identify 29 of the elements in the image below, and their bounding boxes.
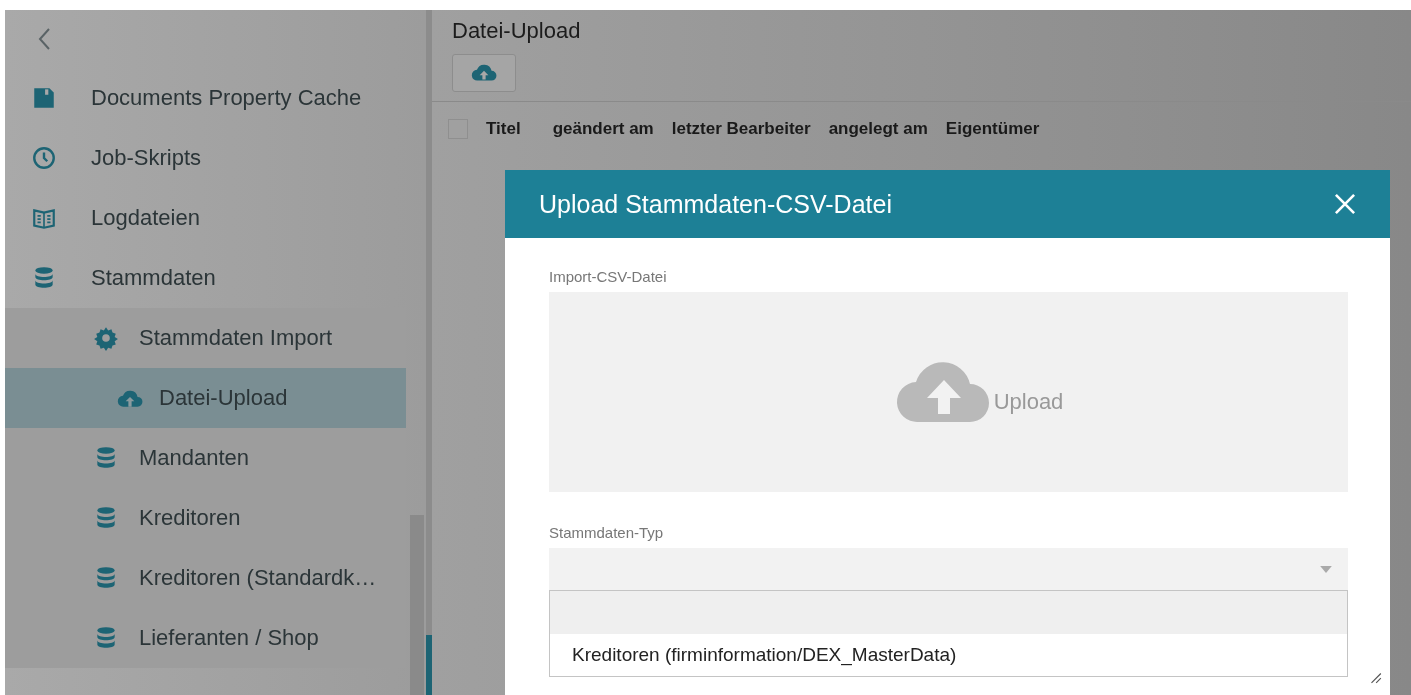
upload-label: Upload [993, 389, 1064, 415]
back-chevron-icon[interactable] [37, 27, 51, 51]
nav-item[interactable]: Stammdaten [5, 248, 426, 308]
nav-item[interactable]: Documents Property Cache [5, 68, 426, 128]
field-label: Import-CSV-Datei [549, 268, 668, 287]
column-header[interactable]: Eigentümer [945, 119, 1040, 139]
clock-icon [31, 145, 57, 171]
column-header[interactable]: geändert am [552, 119, 654, 139]
dropdown-option[interactable]: Kreditoren (firminformation/DEX_MasterData) [550, 634, 1347, 676]
upload-button[interactable] [452, 54, 516, 92]
nav-item[interactable]: Kreditoren [5, 488, 406, 548]
dialog-title: Upload Stammdaten-CSV-Datei [539, 189, 892, 219]
close-button[interactable] [1332, 191, 1358, 217]
nav-item[interactable]: Mandanten [5, 428, 406, 488]
gear-icon [93, 325, 119, 351]
resize-grip-icon[interactable] [1368, 670, 1382, 684]
nav-item[interactable]: Datei-Upload [5, 368, 406, 428]
nav-item[interactable]: Stammdaten Import [5, 308, 406, 368]
caret-icon [1320, 566, 1332, 573]
cloud-upload-icon [471, 64, 497, 82]
field-label: Stammdaten-Typ [549, 524, 665, 543]
nav-item[interactable]: Lieferanten / Shop [5, 608, 406, 668]
nav-item[interactable]: Job-Skripts [5, 128, 426, 188]
nav-item[interactable]: Kreditoren (Standardk… [5, 548, 406, 608]
page-title: Datei-Upload [452, 18, 582, 45]
column-header[interactable]: letzter Bearbeiter [671, 119, 811, 139]
column-header[interactable]: angelegt am [828, 119, 928, 139]
column-header[interactable]: Titel [486, 119, 521, 139]
nav-item[interactable]: Logdateien [5, 188, 426, 248]
